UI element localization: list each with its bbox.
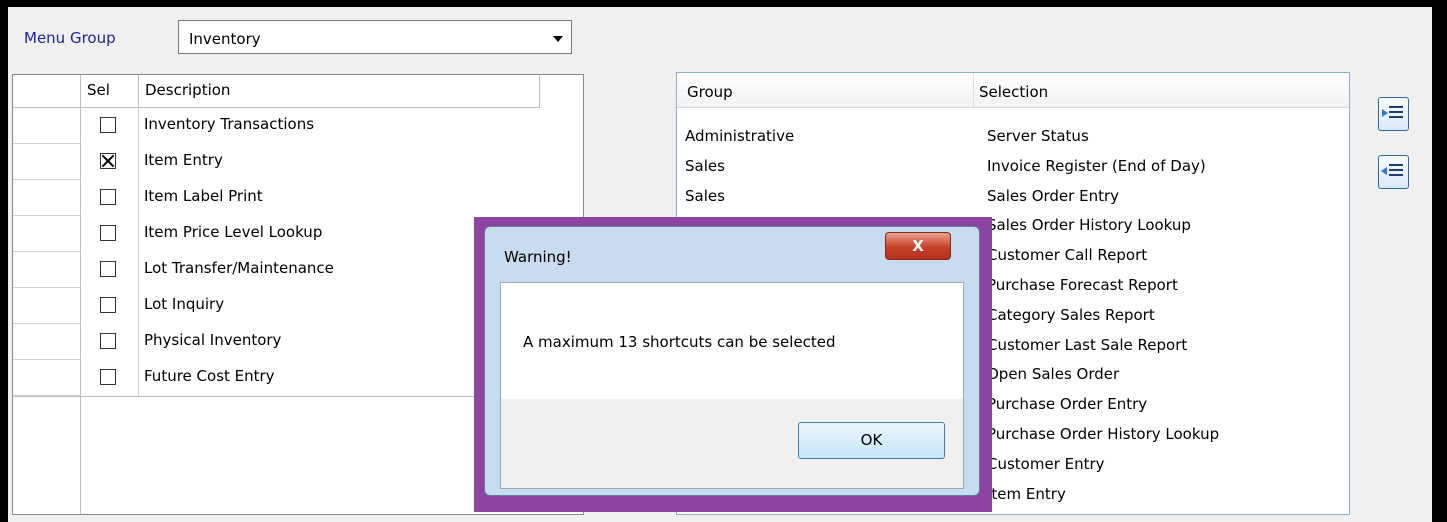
remove-shortcut-button[interactable] [1378,155,1409,189]
shortcuts-grid-header: Group Selection [677,73,1349,108]
group-cell: Administrative [685,127,795,145]
menu-item-label: Future Cost Entry [144,367,275,385]
remove-from-list-icon [1381,167,1387,175]
table-row[interactable]: Sales Invoice Register (End of Day) [677,151,1349,181]
select-checkbox[interactable] [100,297,116,313]
menu-item-label: Lot Inquiry [144,295,225,313]
select-checkbox[interactable] [100,117,116,133]
grid-bottom-line [13,396,540,397]
list-item[interactable]: Lot Transfer/Maintenance [81,251,540,286]
menu-item-label: Lot Transfer/Maintenance [144,259,334,277]
table-row[interactable]: Administrative Server Status [677,121,1349,151]
menu-item-label: Item Price Level Lookup [144,223,323,241]
selection-cell: Purchase Order Entry [987,395,1148,414]
group-cell: Sales [685,156,725,175]
ok-button[interactable]: OK [798,422,945,459]
row-separator [13,143,81,144]
selection-cell: Customer Call Report [987,246,1148,265]
menu-item-label: Item Label Print [144,187,263,205]
warning-dialog: Warning! X A maximum 13 shortcuts can be… [484,226,980,496]
menu-item-label: Item Entry [144,151,223,169]
selection-cell: Sales Order History Lookup [987,216,1191,235]
selection-cell: Invoice Register (End of Day) [987,156,1206,175]
list-lines-icon [1389,106,1403,120]
column-divider [973,73,974,107]
selection-cell: Server Status [987,127,1089,145]
menu-item-label: Physical Inventory [144,331,282,349]
add-to-list-icon [1382,109,1388,117]
dialog-title: Warning! [504,248,572,266]
column-header-group[interactable]: Group [687,83,733,101]
close-icon[interactable]: X [885,232,951,260]
list-item[interactable]: Item Label Print [81,179,540,214]
selection-cell: Customer Entry [987,454,1105,473]
row-separator [13,215,81,216]
selection-cell: Category Sales Report [987,305,1155,324]
column-header-selection[interactable]: Selection [979,83,1048,101]
menu-item-label: Inventory Transactions [144,115,315,133]
menu-group-dropdown[interactable]: Inventory [178,20,572,54]
menu-group-label: Menu Group [24,29,116,47]
table-row[interactable]: Sales Sales Order Entry [677,181,1349,211]
group-cell: Sales [685,186,725,205]
add-shortcut-button[interactable] [1378,97,1409,131]
list-item[interactable]: Item Price Level Lookup [81,215,540,250]
row-separator [13,179,81,180]
dialog-footer: OK [501,399,963,488]
dialog-message: A maximum 13 shortcuts can be selected [523,333,836,351]
menu-items-grid-header: Sel Description [13,75,540,108]
row-header-column [13,107,81,514]
selection-cell: Customer Last Sale Report [987,335,1188,354]
select-checkbox[interactable] [100,369,116,385]
select-checkbox[interactable] [100,153,116,169]
list-lines-icon [1389,164,1403,178]
row-separator [13,323,81,324]
column-header-description[interactable]: Description [139,75,540,107]
row-separator [13,251,81,252]
select-checkbox[interactable] [100,261,116,277]
column-header-sel[interactable]: Sel [81,75,139,107]
select-checkbox[interactable] [100,189,116,205]
menu-group-value: Inventory [189,30,261,48]
row-separator [13,359,81,360]
list-item[interactable]: Physical Inventory [81,323,540,358]
list-item[interactable]: Lot Inquiry [81,287,540,322]
selection-cell: Open Sales Order [987,365,1120,384]
dialog-body: A maximum 13 shortcuts can be selected O… [500,282,964,489]
selection-cell: Purchase Forecast Report [987,276,1178,294]
list-item[interactable]: Future Cost Entry [81,359,540,394]
list-item[interactable]: Item Entry [81,143,540,178]
select-checkbox[interactable] [100,225,116,241]
selection-cell: Item Entry [987,484,1066,503]
selection-cell: Purchase Order History Lookup [987,425,1220,443]
row-header-corner [13,75,81,107]
list-item[interactable]: Inventory Transactions [81,107,540,142]
row-separator [13,287,81,288]
row-separator [13,395,81,396]
chevron-down-icon[interactable] [553,36,563,42]
selection-cell: Sales Order Entry [987,186,1119,205]
select-checkbox[interactable] [100,333,116,349]
